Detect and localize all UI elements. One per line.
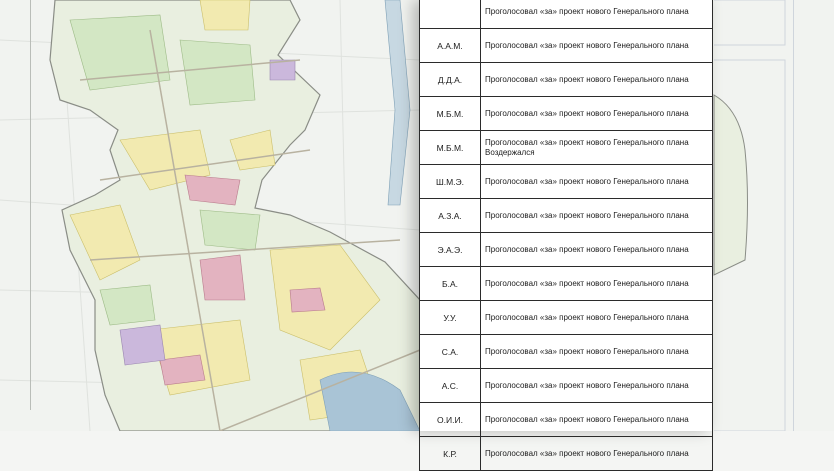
voter-initials: М.Б.М.: [419, 130, 481, 165]
vote-status-line: Проголосовал «за» проект нового Генераль…: [485, 74, 689, 84]
vote-row: Э.А.Э. Проголосовал «за» проект нового Ге…: [419, 232, 713, 267]
vote-status: Проголосовал «за» проект нового Генераль…: [480, 368, 713, 403]
voter-initials: У.У.: [419, 300, 481, 335]
vote-status: Проголосовал «за» проект нового Генераль…: [480, 130, 713, 165]
vote-status: Проголосовал «за» проект нового Генераль…: [480, 436, 713, 471]
vote-row: У.У. Проголосовал «за» проект нового Гене…: [419, 300, 713, 335]
voter-initials: К.Р.: [419, 436, 481, 471]
vote-status-line: Проголосовал «за» проект нового Генераль…: [485, 6, 689, 16]
vote-status: Проголосовал «за» проект нового Генераль…: [480, 62, 713, 97]
voter-initials: [419, 0, 481, 29]
vote-row: С.А. Проголосовал «за» проект нового Гене…: [419, 334, 713, 369]
vote-row: Б.А. Проголосовал «за» проект нового Гене…: [419, 266, 713, 301]
left-frame-line: [30, 0, 31, 410]
vote-status: Проголосовал «за» проект нового Генераль…: [480, 232, 713, 267]
vote-status-line: Проголосовал «за» проект нового Генераль…: [485, 380, 689, 390]
vote-row: А.З.А. Проголосовал «за» проект нового Ге…: [419, 198, 713, 233]
vote-row: К.Р. Проголосовал «за» проект нового Гене…: [419, 436, 713, 471]
vote-row: О.И.И. Проголосовал «за» проект нового Ге…: [419, 402, 713, 437]
voter-initials: С.А.: [419, 334, 481, 369]
vote-row: Ш.М.Э. Проголосовал «за» проект нового Ге…: [419, 164, 713, 199]
voter-initials: Б.А.: [419, 266, 481, 301]
vote-status: Проголосовал «за» проект нового Генераль…: [480, 28, 713, 63]
voter-initials: Д.Д.А.: [419, 62, 481, 97]
vote-status: Проголосовал «за» проект нового Генераль…: [480, 266, 713, 301]
vote-status-line: Проголосовал «за» проект нового Генераль…: [485, 40, 689, 50]
voter-initials: М.Б.М.: [419, 96, 481, 131]
vote-status-line: Проголосовал «за» проект нового Генераль…: [485, 176, 689, 186]
vote-status: Проголосовал «за» проект нового Генераль…: [480, 96, 713, 131]
voter-initials: А.А.М.: [419, 28, 481, 63]
vote-status-line: Проголосовал «за» проект нового Генераль…: [485, 414, 689, 424]
vote-status: Проголосовал «за» проект нового Генераль…: [480, 0, 713, 29]
vote-status: Проголосовал «за» проект нового Генераль…: [480, 300, 713, 335]
vote-status-line: Проголосовал «за» проект нового Генераль…: [485, 108, 689, 118]
right-frame-line: [793, 0, 794, 431]
voter-initials: А.С.: [419, 368, 481, 403]
vote-row: Д.Д.А. Проголосовал «за» проект нового Ге…: [419, 62, 713, 97]
vote-status-line: Воздержался: [485, 147, 535, 157]
vote-status: Проголосовал «за» проект нового Генераль…: [480, 198, 713, 233]
voter-initials: Ш.М.Э.: [419, 164, 481, 199]
vote-row: Проголосовал «за» проект нового Генераль…: [419, 0, 713, 29]
vote-status-line: Проголосовал «за» проект нового Генераль…: [485, 244, 689, 254]
voter-initials: О.И.И.: [419, 402, 481, 437]
voter-initials: А.З.А.: [419, 198, 481, 233]
vote-status: Проголосовал «за» проект нового Генераль…: [480, 402, 713, 437]
voter-initials: Э.А.Э.: [419, 232, 481, 267]
vote-row: А.А.М. Проголосовал «за» проект нового Ге…: [419, 28, 713, 63]
vote-results-page: Проголосовал «за» проект нового Генераль…: [419, 0, 713, 471]
vote-status-line: Проголосовал «за» проект нового Генераль…: [485, 312, 689, 322]
vote-row: М.Б.М. Проголосовал «за» проект нового Ге…: [419, 130, 713, 165]
vote-status-line: Проголосовал «за» проект нового Генераль…: [485, 278, 689, 288]
vote-results-table: Проголосовал «за» проект нового Генераль…: [419, 0, 713, 471]
vote-status-line: Проголосовал «за» проект нового Генераль…: [485, 448, 689, 458]
vote-status-line: Проголосовал «за» проект нового Генераль…: [485, 346, 689, 356]
vote-status-line: Проголосовал «за» проект нового Генераль…: [485, 210, 689, 220]
vote-status: Проголосовал «за» проект нового Генераль…: [480, 164, 713, 199]
vote-status-line: Проголосовал «за» проект нового Генераль…: [485, 137, 689, 147]
vote-row: М.Б.М. Проголосовал «за» проект нового Ге…: [419, 96, 713, 131]
vote-status: Проголосовал «за» проект нового Генераль…: [480, 334, 713, 369]
vote-row: А.С. Проголосовал «за» проект нового Гене…: [419, 368, 713, 403]
